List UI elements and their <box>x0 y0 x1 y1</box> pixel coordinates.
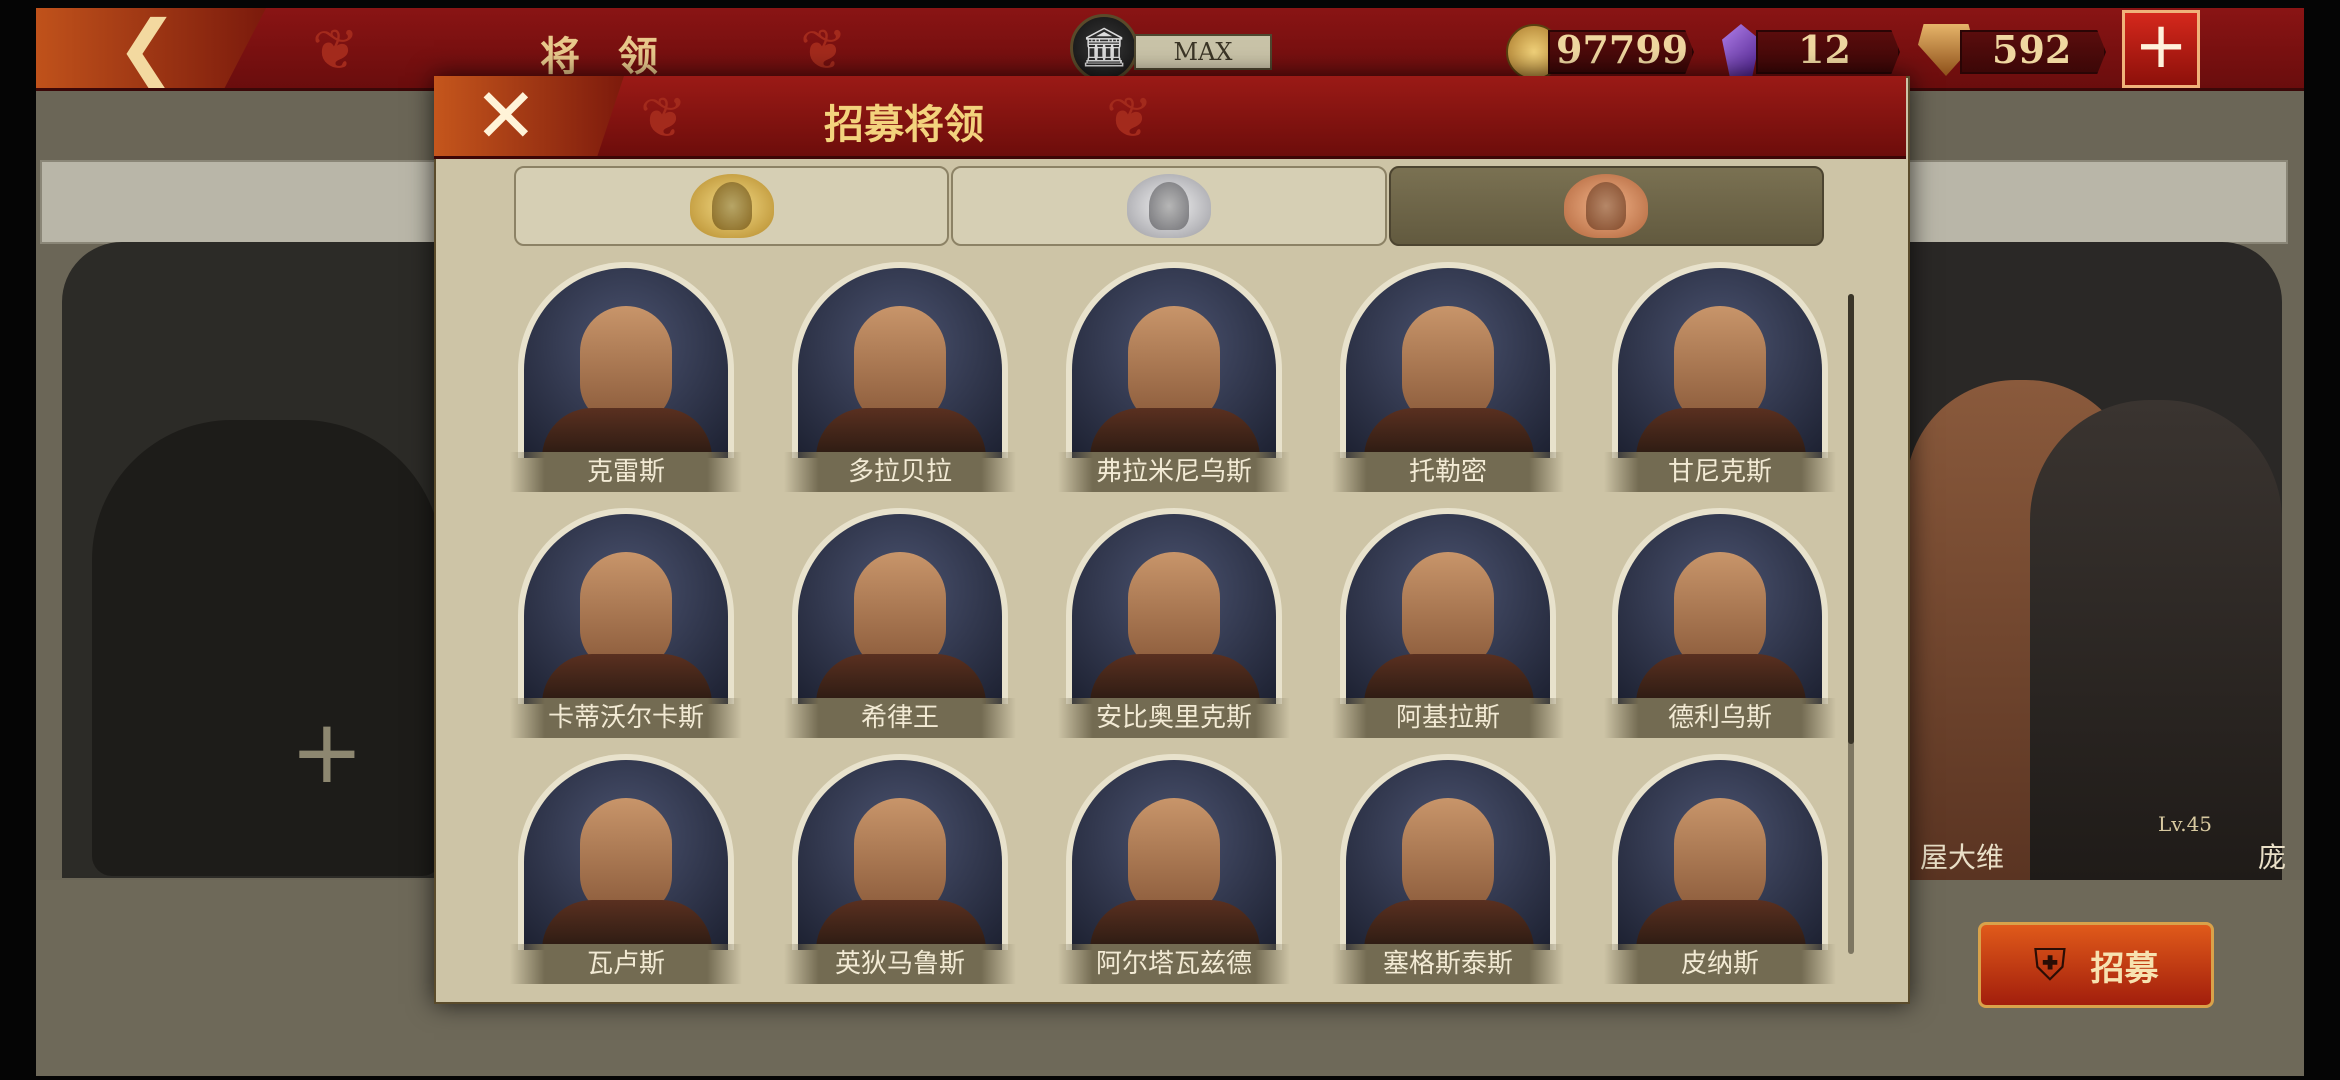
general-portrait <box>1066 754 1282 950</box>
general-name: 多拉贝拉 <box>784 452 1016 492</box>
general-portrait <box>518 754 734 950</box>
general-portrait <box>792 262 1008 458</box>
hero-name-2: 庞 <box>2258 841 2287 874</box>
general-name: 安比奥里克斯 <box>1058 698 1290 738</box>
general-card[interactable]: 德利乌斯 <box>1604 508 1836 744</box>
general-name: 卡蒂沃尔卡斯 <box>510 698 742 738</box>
general-card[interactable]: 多拉贝拉 <box>784 262 1016 498</box>
general-card[interactable]: 希律王 <box>784 508 1016 744</box>
general-card[interactable]: 阿尔塔瓦兹德 <box>1058 754 1290 990</box>
recruit-button[interactable]: ⛨ 招募 <box>1978 922 2214 1008</box>
general-card[interactable]: 托勒密 <box>1332 262 1564 498</box>
general-portrait <box>1612 754 1828 950</box>
laurel-left-icon: ❦ <box>312 18 359 83</box>
helmet-plus-icon: ⛨ <box>2033 939 2067 991</box>
add-general-slot-icon[interactable]: + <box>290 700 364 803</box>
general-portrait <box>792 508 1008 704</box>
general-portrait <box>1340 508 1556 704</box>
general-card[interactable]: 塞格斯泰斯 <box>1332 754 1564 990</box>
back-arrow-icon: ❮ <box>116 5 179 91</box>
grid-scroll-thumb[interactable] <box>1848 294 1854 744</box>
bronze-helmet-laurel-icon <box>1564 174 1649 238</box>
general-card[interactable]: 甘尼克斯 <box>1604 262 1836 498</box>
general-name: 阿尔塔瓦兹德 <box>1058 944 1290 984</box>
tab-silver-tier[interactable] <box>951 166 1387 246</box>
general-portrait <box>1612 508 1828 704</box>
general-card[interactable]: 克雷斯 <box>510 262 742 498</box>
general-portrait <box>1340 262 1556 458</box>
coin-value: 97799 <box>1556 27 1689 72</box>
general-name: 皮纳斯 <box>1604 944 1836 984</box>
tier-tabs <box>514 166 1824 246</box>
general-name: 希律王 <box>784 698 1016 738</box>
general-portrait <box>1066 508 1282 704</box>
general-name: 弗拉米尼乌斯 <box>1058 452 1290 492</box>
general-card[interactable]: 瓦卢斯 <box>510 754 742 990</box>
general-name: 甘尼克斯 <box>1604 452 1836 492</box>
general-name: 塞格斯泰斯 <box>1332 944 1564 984</box>
empty-general-silhouette <box>92 420 442 876</box>
general-portrait <box>518 508 734 704</box>
general-card[interactable]: 英狄马鲁斯 <box>784 754 1016 990</box>
general-grid: 克雷斯 多拉贝拉 弗拉米尼乌斯 托勒密 甘尼克斯 卡蒂沃尔卡斯 希律王 安比奥里… <box>504 262 1840 988</box>
building-level-bar: MAX <box>1134 34 1272 70</box>
general-name: 德利乌斯 <box>1604 698 1836 738</box>
general-portrait <box>792 754 1008 950</box>
page-title: 将 领 <box>540 33 670 80</box>
gold-helmet-laurel-icon <box>689 174 774 238</box>
hero-name: 屋大维 <box>1920 841 2005 874</box>
close-button[interactable]: ✕ <box>434 76 624 156</box>
gem-value: 12 <box>1798 27 1851 72</box>
general-card[interactable]: 皮纳斯 <box>1604 754 1836 990</box>
general-card[interactable]: 卡蒂沃尔卡斯 <box>510 508 742 744</box>
tab-bronze-tier[interactable] <box>1388 166 1824 246</box>
general-name: 克雷斯 <box>510 452 742 492</box>
hero-level: Lv.45 <box>2158 812 2213 836</box>
general-card[interactable]: 安比奥里克斯 <box>1058 508 1290 744</box>
building-icon[interactable]: 🏛 <box>1070 14 1138 82</box>
colonnade-band-right <box>1906 160 2288 244</box>
general-name: 阿基拉斯 <box>1332 698 1564 738</box>
general-card[interactable]: 弗拉米尼乌斯 <box>1058 262 1290 498</box>
general-card[interactable]: 阿基拉斯 <box>1332 508 1564 744</box>
hero-portrait-2 <box>2030 400 2282 880</box>
general-portrait <box>1066 262 1282 458</box>
general-portrait <box>1340 754 1556 950</box>
silver-helmet-laurel-icon <box>1126 174 1211 238</box>
general-portrait <box>1612 262 1828 458</box>
tab-gold-tier[interactable] <box>514 166 950 246</box>
laurel-right-icon: ❦ <box>800 18 847 83</box>
general-name: 托勒密 <box>1332 452 1564 492</box>
colonnade-band-left <box>40 160 444 244</box>
general-portrait <box>518 262 734 458</box>
add-resource-button[interactable]: + <box>2122 10 2200 88</box>
general-name: 瓦卢斯 <box>510 944 742 984</box>
recruit-label: 招募 <box>2090 948 2159 989</box>
dialog-title: 招募将领 <box>824 101 984 148</box>
general-name: 英狄马鲁斯 <box>784 944 1016 984</box>
token-value: 592 <box>1992 27 2072 72</box>
